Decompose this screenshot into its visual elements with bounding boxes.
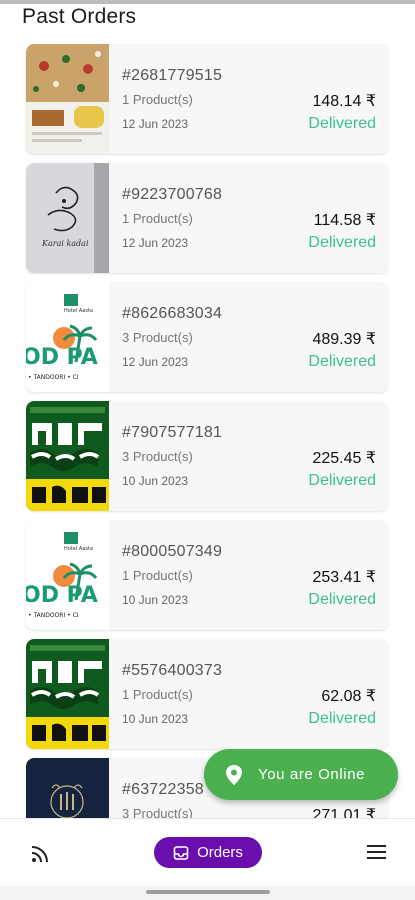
order-card[interactable]: #7907577181 3 Product(s) 10 Jun 2023 225…	[26, 401, 388, 511]
order-id: #5576400373	[122, 662, 223, 679]
product-count: 3 Product(s)	[122, 330, 193, 345]
product-count: 1 Product(s)	[122, 211, 193, 226]
order-thumbnail-green-poster	[26, 639, 109, 749]
order-price: 489.39 ₹	[312, 331, 376, 348]
page-title: Past Orders	[22, 5, 137, 28]
orders-nav-button[interactable]: Orders	[154, 837, 262, 868]
order-id: #9223700768	[122, 186, 223, 203]
thumbnail-big-text: OD PA	[26, 583, 98, 608]
order-price: 62.08 ₹	[321, 688, 376, 705]
order-price: 148.14 ₹	[312, 93, 376, 110]
order-card[interactable]: Karai kadai #9223700768 1 Product(s) 12 …	[26, 163, 388, 273]
product-count: 1 Product(s)	[122, 687, 193, 702]
order-status: Delivered	[308, 710, 376, 727]
order-id: #8000507349	[122, 543, 223, 560]
order-status: Delivered	[308, 115, 376, 132]
order-date: 10 Jun 2023	[122, 474, 189, 488]
product-count: 3 Product(s)	[122, 449, 193, 464]
order-date: 12 Jun 2023	[122, 236, 189, 250]
order-price: 253.41 ₹	[312, 569, 376, 586]
location-pin-icon	[226, 764, 242, 785]
menu-nav-button[interactable]	[367, 844, 386, 860]
order-date: 10 Jun 2023	[122, 712, 189, 726]
order-card[interactable]: #2681779515 1 Product(s) 12 Jun 2023 148…	[26, 44, 388, 154]
bottom-navigation: Orders	[0, 818, 415, 886]
thumbnail-bottom-text: • TANDOORI • CI	[28, 612, 79, 619]
order-thumbnail-food-park-logo: Hotel Aasta OD PA • TANDOORI • CI	[26, 520, 109, 630]
online-status-button[interactable]: You are Online	[204, 749, 398, 800]
order-price: 225.45 ₹	[312, 450, 376, 467]
thumbnail-caption: Karai kadai	[41, 239, 89, 248]
feed-nav-button[interactable]	[30, 844, 50, 864]
orders-nav-label: Orders	[197, 844, 243, 861]
order-id: #8626683034	[122, 305, 223, 322]
order-id: #2681779515	[122, 67, 223, 84]
thumbnail-top-text: Hotel Aasta	[64, 308, 93, 314]
order-thumbnail-green-poster	[26, 401, 109, 511]
rss-feed-icon	[31, 846, 48, 863]
order-date: 10 Jun 2023	[122, 593, 189, 607]
order-price: 114.58 ₹	[313, 212, 376, 229]
product-count: 1 Product(s)	[122, 92, 193, 107]
home-indicator[interactable]	[146, 890, 270, 894]
order-date: 12 Jun 2023	[122, 355, 189, 369]
order-id: #63722358	[122, 781, 204, 798]
order-thumbnail-food-park-logo: Hotel Aasta OD PA • TANDOORI • CI	[26, 282, 109, 392]
order-status: Delivered	[308, 234, 376, 251]
order-card[interactable]: Hotel Aasta OD PA • TANDOORI • CI #86266…	[26, 282, 388, 392]
hamburger-menu-icon	[367, 845, 386, 859]
thumbnail-top-text: Hotel Aasta	[64, 546, 93, 552]
order-status: Delivered	[308, 472, 376, 489]
order-id: #7907577181	[122, 424, 223, 441]
inbox-icon	[173, 845, 189, 860]
order-status: Delivered	[308, 591, 376, 608]
order-card[interactable]: #5576400373 1 Product(s) 10 Jun 2023 62.…	[26, 639, 388, 749]
online-status-label: You are Online	[258, 766, 366, 783]
product-count: 1 Product(s)	[122, 568, 193, 583]
order-status: Delivered	[308, 353, 376, 370]
status-bar-line	[0, 0, 415, 4]
order-thumbnail-pizza-box	[26, 44, 109, 154]
thumbnail-bottom-text: • TANDOORI • CI	[28, 374, 79, 381]
thumbnail-big-text: OD PA	[26, 345, 98, 370]
order-card[interactable]: Hotel Aasta OD PA • TANDOORI • CI #80005…	[26, 520, 388, 630]
order-date: 12 Jun 2023	[122, 117, 189, 131]
order-thumbnail-chef-logo: Karai kadai	[26, 163, 109, 273]
